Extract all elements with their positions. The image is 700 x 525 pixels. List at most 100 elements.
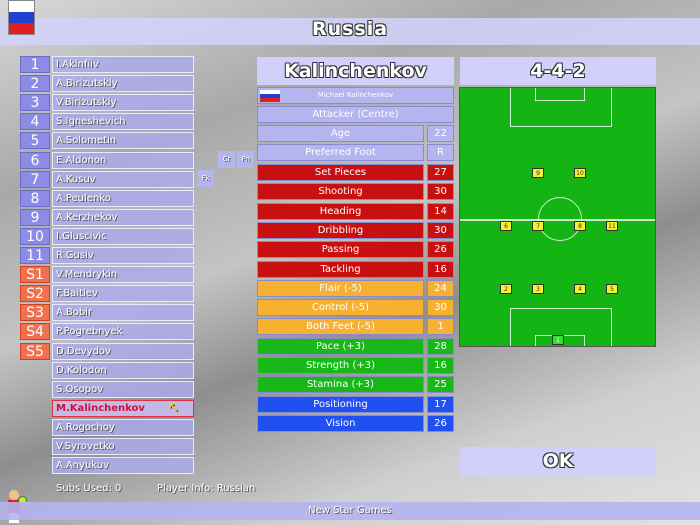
squad-player-row[interactable]: A.Rogochoy	[52, 418, 194, 436]
shirt-number: S3	[20, 304, 50, 322]
stat-label: Heading	[257, 202, 424, 220]
stat-value: 26	[427, 414, 454, 432]
stat-label: Dribbling	[257, 221, 424, 239]
stat-value: 28	[427, 337, 454, 355]
player-surname: Kalinchenkov	[257, 57, 454, 85]
squad-player-row[interactable]: D.Kolodon	[52, 361, 194, 379]
stat-value: 25	[427, 376, 454, 394]
free-kicks-taker-button[interactable]: Fk	[197, 170, 214, 187]
stat-value: 30	[427, 221, 454, 239]
penalties-taker-button[interactable]: Pn	[237, 151, 254, 168]
shirt-number: 6	[20, 151, 50, 169]
squad-player-row[interactable]: S.Igneshevich	[52, 113, 194, 131]
stat-label: Vision	[257, 414, 424, 432]
brand-footer: New Star Games	[0, 502, 700, 520]
player-shirt-icon[interactable]: 2	[500, 284, 512, 294]
player-full-name-row: Michael Kalinchenkov	[257, 87, 454, 104]
shirt-number: S1	[20, 266, 50, 284]
squad-player-row[interactable]: M.Kalinchenkov ↖	[52, 399, 194, 417]
player-shirt-icon[interactable]: 7	[532, 221, 544, 231]
stat-value: 17	[427, 395, 454, 413]
info-label: Age	[257, 125, 424, 142]
info-value: 22	[427, 125, 454, 142]
stat-label: Shooting	[257, 183, 424, 201]
shirt-number: S4	[20, 323, 50, 341]
shirt-number: 3	[20, 94, 50, 112]
info-value: R	[427, 144, 454, 162]
shirt-number: 1	[20, 56, 50, 73]
player-full-name: Michael Kalinchenkov	[317, 91, 394, 99]
stat-label: Pace (+3)	[257, 337, 424, 355]
stat-value: 16	[427, 357, 454, 374]
squad-player-row[interactable]: A.Kusuv	[52, 170, 194, 188]
corners-taker-button[interactable]: Cr	[218, 151, 235, 168]
stat-label: Strength (+3)	[257, 357, 424, 374]
shirt-number: S2	[20, 285, 50, 303]
stat-value: 30	[427, 299, 454, 317]
squad-player-row[interactable]: I.Gluscivic	[52, 227, 194, 245]
stat-label: Tackling	[257, 260, 424, 278]
player-shirt-icon[interactable]: 4	[574, 284, 586, 294]
stat-value: 27	[427, 164, 454, 181]
stat-label: Positioning	[257, 395, 424, 413]
squad-player-row[interactable]: A.Birizutskiy	[52, 75, 194, 93]
top-goal-box	[535, 88, 585, 101]
squad-player-row[interactable]: V.Syrovetko	[52, 438, 194, 455]
centre-circle	[538, 197, 582, 241]
shirt-number: 2	[20, 75, 50, 93]
shirt-number: 8	[20, 189, 50, 207]
mouse-cursor-icon: ↖	[168, 400, 179, 416]
shirt-number: 10	[20, 227, 50, 245]
shirt-number: 11	[20, 247, 50, 264]
stat-label: Set Pieces	[257, 164, 424, 181]
squad-player-row[interactable]: V.Birizutskiy	[52, 94, 194, 112]
formation-pitch[interactable]: 9 10 6 7 8 11 2 3 4 5 1	[459, 87, 656, 347]
shirt-number: 9	[20, 208, 50, 226]
info-label: Preferred Foot	[257, 144, 424, 162]
nationality-flag-icon	[260, 90, 280, 102]
shirt-number: 4	[20, 113, 50, 131]
stat-value: 1	[427, 318, 454, 336]
squad-player-row[interactable]: A.Solometin	[52, 132, 194, 150]
stat-value: 26	[427, 241, 454, 259]
squad-player-row[interactable]: E.Aldonon	[52, 151, 194, 169]
player-shirt-icon[interactable]: 3	[532, 284, 544, 294]
squad-player-row[interactable]: A.Bobir	[52, 304, 194, 322]
stat-label: Both Feet (-5)	[257, 318, 424, 336]
player-position: Attacker (Centre)	[257, 106, 454, 123]
squad-player-row[interactable]: I.Akinfiiv	[52, 56, 194, 73]
squad-player-row[interactable]: A.Anyukuv	[52, 457, 194, 475]
player-info-language[interactable]: Player Info: Russian	[157, 483, 255, 494]
player-shirt-icon[interactable]: 10	[574, 168, 586, 178]
player-shirt-icon[interactable]: 8	[574, 221, 586, 231]
ok-button[interactable]: OK	[460, 447, 656, 476]
squad-player-row[interactable]: F.Baitiev	[52, 285, 194, 303]
shirt-number: 7	[20, 170, 50, 188]
russia-flag-icon	[8, 0, 35, 35]
squad-player-row[interactable]: P.Pogrebnyek	[52, 323, 194, 341]
player-shirt-icon[interactable]: 6	[500, 221, 512, 231]
player-shirt-icon[interactable]: 1	[552, 335, 564, 345]
squad-player-row[interactable]: A.Peulenko	[52, 189, 194, 207]
stat-label: Flair (-5)	[257, 279, 424, 297]
squad-player-row[interactable]: D.Devydov	[52, 342, 194, 360]
squad-player-row[interactable]: R.Gusiv	[52, 247, 194, 264]
squad-player-row[interactable]: A.Kerzhekov	[52, 208, 194, 226]
stat-label: Stamina (+3)	[257, 376, 424, 394]
formation-label[interactable]: 4-4-2	[460, 57, 656, 85]
squad-player-row[interactable]: V.Mendrykin	[52, 266, 194, 284]
player-shirt-icon[interactable]: 5	[606, 284, 618, 294]
page-title: Russia	[311, 18, 389, 40]
stat-label: Control (-5)	[257, 299, 424, 317]
shirt-number: 5	[20, 132, 50, 150]
squad-player-row[interactable]: S.Osopov	[52, 380, 194, 398]
subs-used: Subs Used: 0	[56, 483, 122, 494]
player-shirt-icon[interactable]: 9	[532, 168, 544, 178]
stat-value: 24	[427, 279, 454, 297]
shirt-number: S5	[20, 342, 50, 360]
stat-value: 30	[427, 183, 454, 201]
stat-value: 16	[427, 260, 454, 278]
player-shirt-icon[interactable]: 11	[606, 221, 618, 231]
stat-value: 14	[427, 202, 454, 220]
stat-label: Passing	[257, 241, 424, 259]
